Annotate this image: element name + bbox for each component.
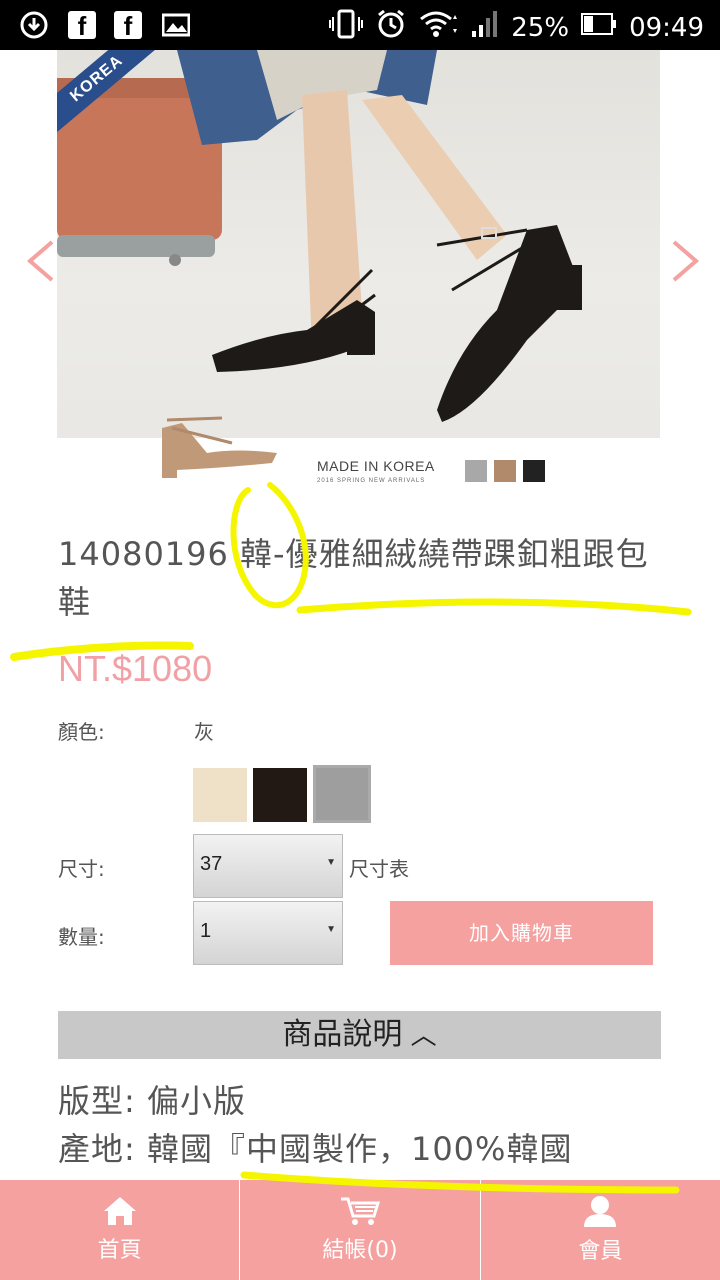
status-bar: f f 25% 09:49 (0, 0, 720, 50)
product-image[interactable]: KOREA (57, 50, 660, 438)
chevron-down-icon: ▼ (326, 857, 336, 868)
home-icon (103, 1197, 136, 1225)
color-swatch-beige[interactable] (193, 768, 247, 822)
nav-member-label: 會員 (578, 1239, 623, 1264)
chevron-down-icon: ▼ (326, 924, 336, 935)
gallery-icon (160, 9, 192, 41)
mini-swatch-tan (494, 460, 516, 482)
color-label: 顏色: (58, 720, 105, 744)
size-chart-link[interactable]: 尺寸表 (349, 853, 409, 882)
facebook-icon: f (68, 11, 96, 41)
nav-member[interactable]: 會員 (479, 1180, 720, 1280)
product-photo (57, 50, 582, 422)
cart-icon (340, 1197, 380, 1225)
product-title: 14080196 韓-優雅細絨繞帶踝釦粗跟包鞋 (58, 535, 649, 621)
mini-swatch-gray (465, 460, 487, 482)
description-toggle[interactable]: 商品說明 ︿ (58, 1011, 661, 1059)
nav-home[interactable]: 首頁 (0, 1180, 239, 1280)
wifi-icon (419, 9, 459, 46)
nav-home-label: 首頁 (97, 1238, 142, 1263)
color-swatch-gray[interactable] (313, 765, 371, 823)
next-image-arrow[interactable] (664, 236, 704, 286)
made-in-korea-text: MADE IN KOREA (317, 458, 435, 474)
quantity-select-value: 1 (200, 920, 212, 942)
user-icon (584, 1196, 617, 1227)
size-select[interactable]: 37 ▼ (193, 834, 343, 898)
add-to-cart-button[interactable]: 加入購物車 (390, 901, 653, 965)
size-select-value: 37 (200, 853, 223, 875)
size-label: 尺寸: (58, 857, 105, 881)
mini-swatch-black (523, 460, 545, 482)
battery-icon (581, 12, 617, 43)
previous-image-arrow[interactable] (22, 236, 62, 286)
clock: 09:49 (629, 12, 704, 43)
tan-shoe-thumbnail (162, 416, 277, 478)
facebook-icon-2: f (114, 11, 142, 41)
signal-icon (471, 9, 499, 46)
nav-checkout[interactable]: 結帳(0) (239, 1180, 479, 1280)
quantity-select[interactable]: 1 ▼ (193, 901, 343, 965)
quantity-label: 數量: (58, 925, 105, 949)
color-swatch-black[interactable] (253, 768, 307, 822)
battery-percent: 25% (511, 12, 570, 43)
chevron-up-icon: ︿ (402, 1021, 437, 1051)
nav-checkout-label: 結帳(0) (322, 1238, 398, 1263)
description-origin: 產地: 韓國『中國製作，100%韓國 (58, 1130, 573, 1168)
download-icon (18, 9, 50, 41)
description-fit: 版型: 偏小版 (58, 1082, 246, 1120)
description-header: 商品說明 (282, 1017, 403, 1052)
vibrate-icon (329, 9, 364, 46)
alarm-icon (375, 8, 407, 47)
image-caption-strip: MADE IN KOREA 2016 SPRING NEW ARRIVALS (57, 416, 660, 508)
bottom-navigation: 首頁 結帳(0) 會員 (0, 1180, 720, 1280)
color-value: 灰 (194, 720, 214, 744)
season-text: 2016 SPRING NEW ARRIVALS (317, 478, 426, 484)
product-price: NT.$1080 (58, 648, 213, 689)
